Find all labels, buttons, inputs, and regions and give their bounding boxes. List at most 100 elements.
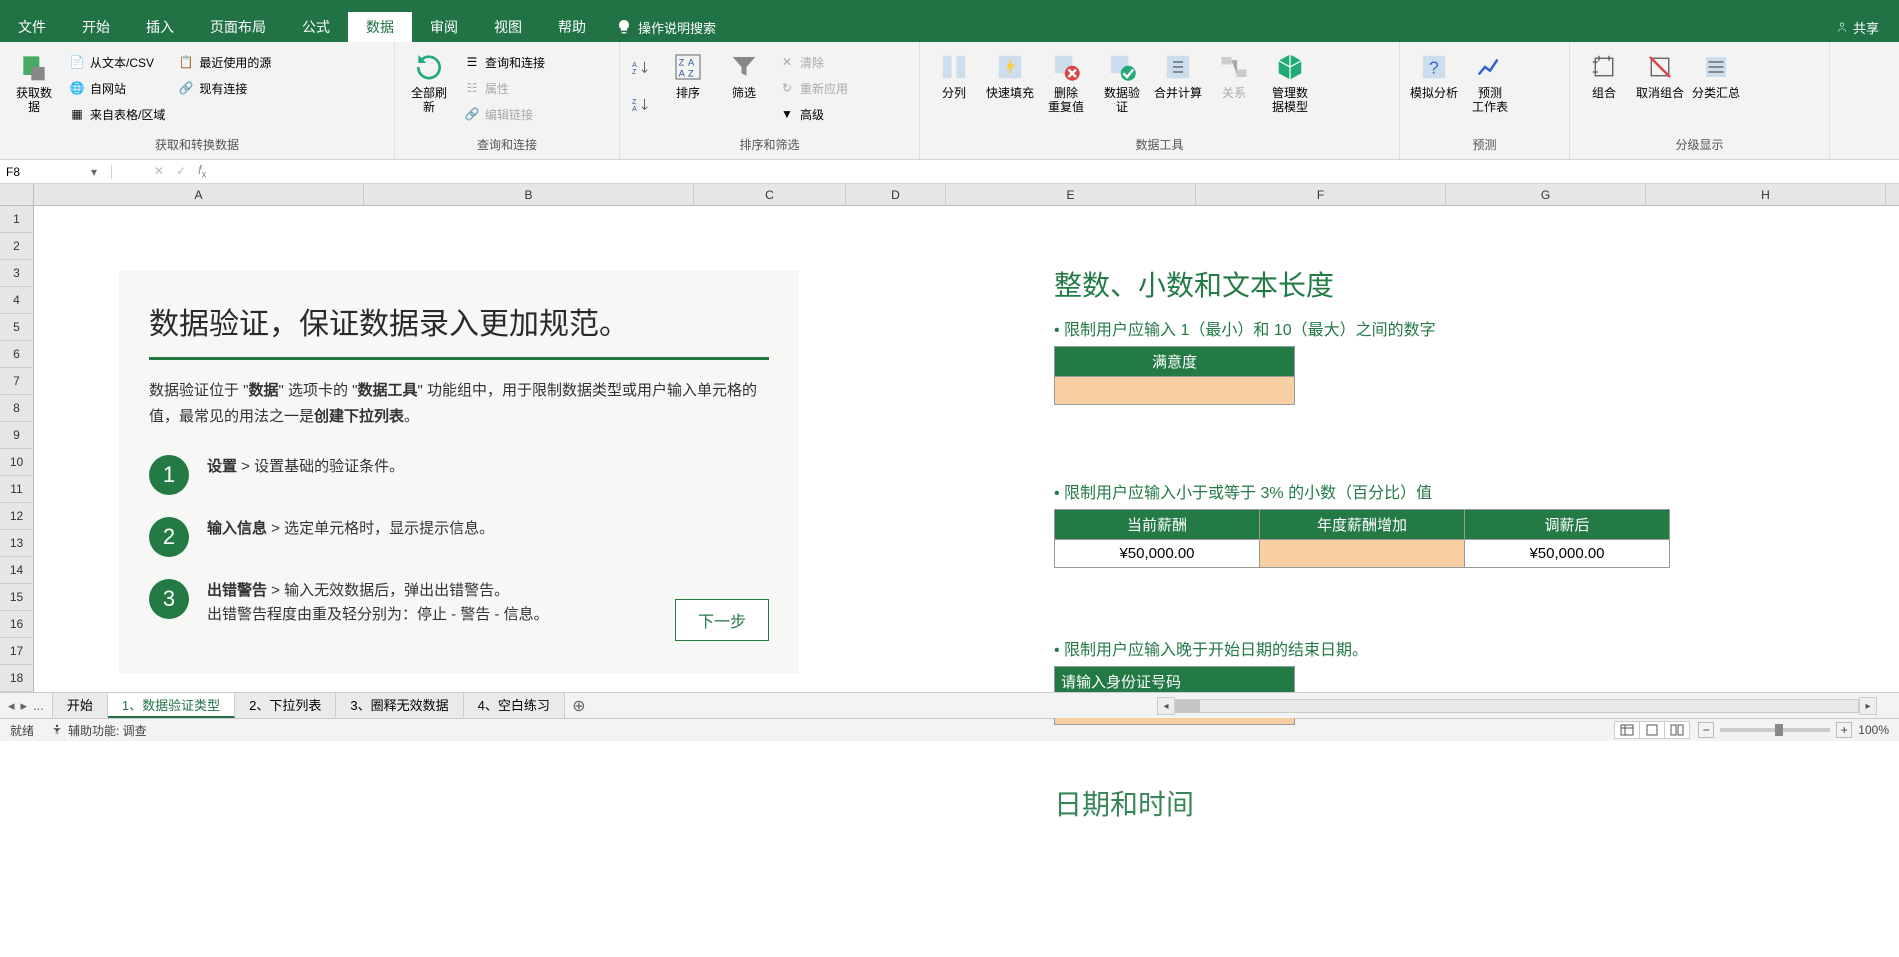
row-header-9[interactable]: 9 (0, 422, 33, 449)
tab-pagelayout[interactable]: 页面布局 (192, 12, 284, 42)
row-header-7[interactable]: 7 (0, 368, 33, 395)
card-paragraph: 数据验证位于 "数据" 选项卡的 "数据工具" 功能组中，用于限制数据类型或用户… (149, 378, 769, 429)
sheet-tab-1[interactable]: 1、数据验证类型 (108, 693, 235, 718)
chevron-down-icon[interactable]: ▾ (91, 165, 105, 179)
sheet-nav-prev[interactable]: ▸ (21, 698, 28, 714)
subtotal-button[interactable]: 分类汇总 (1690, 50, 1742, 100)
globe-icon: 🌐 (68, 79, 86, 97)
row-header-5[interactable]: 5 (0, 314, 33, 341)
sheet-nav-more[interactable]: ... (33, 698, 44, 713)
confirm-icon[interactable]: ✓ (176, 164, 186, 178)
data-validation[interactable]: 数据验 证 (1096, 50, 1148, 115)
raise-input-cell[interactable] (1260, 540, 1465, 568)
share-button[interactable]: 共享 (1835, 18, 1879, 37)
row-header-16[interactable]: 16 (0, 611, 33, 638)
add-sheet-button[interactable]: ⊕ (565, 696, 593, 716)
relationships[interactable]: 关系 (1208, 50, 1260, 100)
next-button[interactable]: 下一步 (675, 599, 769, 641)
tab-formulas[interactable]: 公式 (284, 12, 348, 42)
get-data-button[interactable]: 获取数 据 (8, 50, 60, 115)
ribbon: 获取数 据 📄从文本/CSV 🌐自网站 ▦来自表格/区域 📋最近使用的源 🔗现有… (0, 42, 1899, 160)
scroll-right[interactable]: ▸ (1859, 697, 1877, 715)
remove-duplicates[interactable]: 删除 重复值 (1040, 50, 1092, 115)
sort-button[interactable]: ZAAZ排序 (662, 50, 714, 100)
properties[interactable]: ☷属性 (459, 76, 549, 100)
tab-data[interactable]: 数据 (348, 12, 412, 42)
group-button[interactable]: 组合 (1578, 50, 1630, 100)
section-title-2: 日期和时间 (1054, 783, 1754, 823)
col-header-C[interactable]: C (694, 184, 846, 205)
col-header-E[interactable]: E (946, 184, 1196, 205)
row-header-15[interactable]: 15 (0, 584, 33, 611)
filter-button[interactable]: 筛选 (718, 50, 770, 100)
ungroup-button[interactable]: 取消组合 (1634, 50, 1686, 100)
row-header-8[interactable]: 8 (0, 395, 33, 422)
fx-icon[interactable]: fx (198, 163, 206, 180)
row-header-13[interactable]: 13 (0, 530, 33, 557)
select-all-corner[interactable] (0, 184, 34, 205)
row-header-2[interactable]: 2 (0, 233, 33, 260)
accessibility-check[interactable]: 辅助功能: 调查 (50, 722, 147, 739)
columns-icon (937, 50, 971, 84)
edit-links[interactable]: 🔗编辑链接 (459, 102, 549, 126)
col-header-A[interactable]: A (34, 184, 364, 205)
col-header-B[interactable]: B (364, 184, 694, 205)
sheet-tab-2[interactable]: 2、下拉列表 (235, 693, 336, 718)
col-header-D[interactable]: D (846, 184, 946, 205)
row-header-6[interactable]: 6 (0, 341, 33, 368)
row-header-11[interactable]: 11 (0, 476, 33, 503)
col-header-F[interactable]: F (1196, 184, 1446, 205)
sort-desc[interactable]: ZA (628, 93, 658, 117)
row-header-10[interactable]: 10 (0, 449, 33, 476)
cell-grid[interactable]: 数据验证，保证数据录入更加规范。 数据验证位于 "数据" 选项卡的 "数据工具"… (34, 206, 1899, 692)
row-header-4[interactable]: 4 (0, 287, 33, 314)
satisfaction-input-cell[interactable] (1055, 377, 1295, 405)
advanced-filter[interactable]: ▼高级 (774, 102, 852, 126)
from-text-csv[interactable]: 📄从文本/CSV (64, 50, 169, 74)
from-table[interactable]: ▦来自表格/区域 (64, 102, 169, 126)
tab-view[interactable]: 视图 (476, 12, 540, 42)
text-to-columns[interactable]: 分列 (928, 50, 980, 100)
sort-asc[interactable]: AZ (628, 56, 658, 80)
cancel-icon[interactable]: ✕ (154, 164, 164, 178)
tell-me-search[interactable]: 操作说明搜索 (604, 18, 716, 37)
tab-insert[interactable]: 插入 (128, 12, 192, 42)
recent-sources[interactable]: 📋最近使用的源 (173, 50, 275, 74)
what-if[interactable]: ?模拟分析 (1408, 50, 1460, 100)
scroll-left[interactable]: ◂ (1157, 697, 1175, 715)
data-model[interactable]: 管理数 据模型 (1264, 50, 1316, 115)
sheet-tab-start[interactable]: 开始 (52, 693, 108, 718)
formula-bar: F8▾ ✕ ✓ fx (0, 160, 1899, 184)
tab-file[interactable]: 文件 (0, 12, 64, 42)
horizontal-scrollbar[interactable]: ◂ ▸ (1157, 697, 1877, 715)
flash-fill[interactable]: 快速填充 (984, 50, 1036, 100)
tab-help[interactable]: 帮助 (540, 12, 604, 42)
existing-connections[interactable]: 🔗现有连接 (173, 76, 275, 100)
consolidate[interactable]: 合并计算 (1152, 50, 1204, 100)
forecast-sheet[interactable]: 预测 工作表 (1464, 50, 1516, 115)
tab-review[interactable]: 审阅 (412, 12, 476, 42)
reapply-filter[interactable]: ↻重新应用 (774, 76, 852, 100)
sheet-tab-4[interactable]: 4、空白练习 (464, 693, 565, 718)
queries-connections[interactable]: ☰查询和连接 (459, 50, 549, 74)
reapply-icon: ↻ (778, 79, 796, 97)
row-header-18[interactable]: 18 (0, 665, 33, 692)
refresh-all-button[interactable]: 全部刷 新 (403, 50, 455, 115)
zoom-value[interactable]: 100% (1858, 723, 1889, 737)
from-web[interactable]: 🌐自网站 (64, 76, 169, 100)
col-header-H[interactable]: H (1646, 184, 1886, 205)
clear-filter[interactable]: ✕清除 (774, 50, 852, 74)
tab-home[interactable]: 开始 (64, 12, 128, 42)
row-header-14[interactable]: 14 (0, 557, 33, 584)
row-header-1[interactable]: 1 (0, 206, 33, 233)
zoom-in[interactable]: + (1836, 722, 1852, 738)
row-header-12[interactable]: 12 (0, 503, 33, 530)
properties-icon: ☷ (463, 79, 481, 97)
sheet-tab-3[interactable]: 3、圈释无效数据 (336, 693, 463, 718)
name-box[interactable]: F8▾ (0, 165, 112, 179)
sheet-nav-first[interactable]: ◂ (8, 698, 15, 714)
zoom-slider[interactable] (1720, 728, 1830, 732)
row-header-17[interactable]: 17 (0, 638, 33, 665)
row-header-3[interactable]: 3 (0, 260, 33, 287)
col-header-G[interactable]: G (1446, 184, 1646, 205)
